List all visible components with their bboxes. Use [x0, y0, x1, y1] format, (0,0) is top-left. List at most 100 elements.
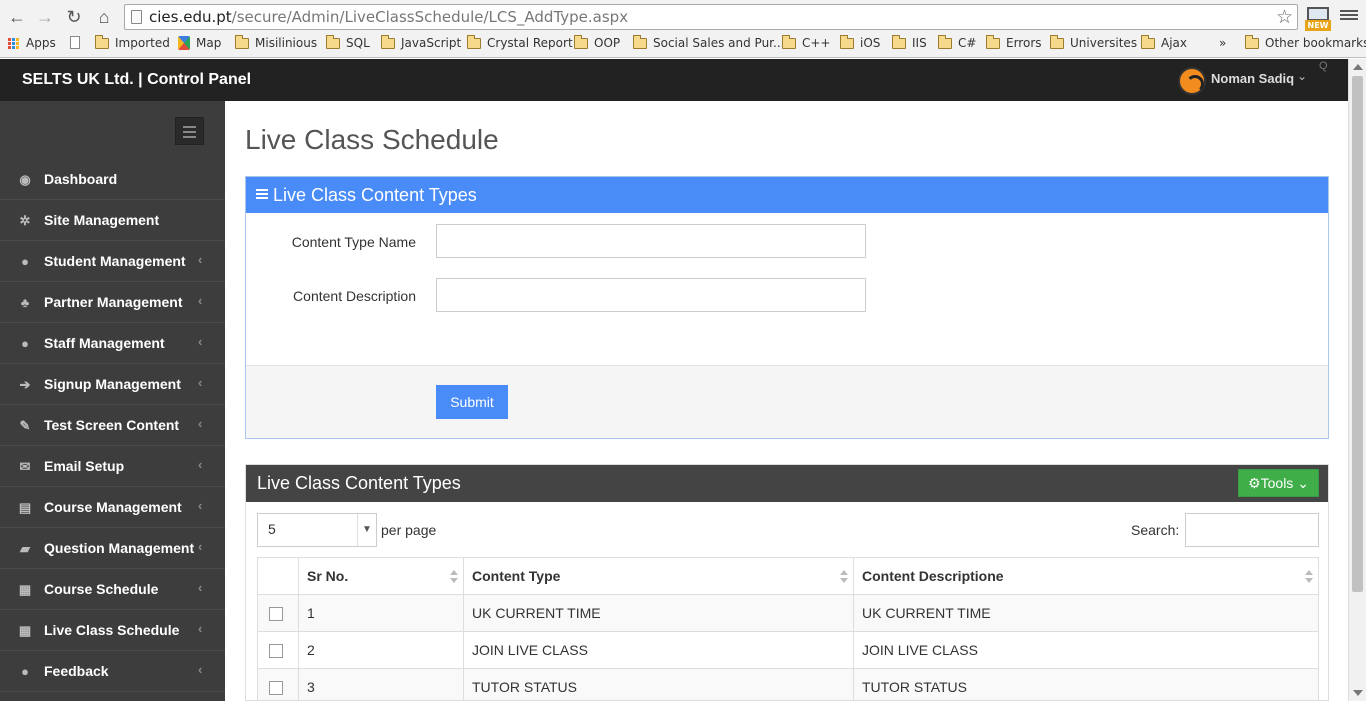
row-checkbox[interactable]	[269, 681, 283, 696]
scroll-up-icon[interactable]	[1353, 64, 1363, 70]
cell-content-type: JOIN LIVE CLASS	[463, 631, 854, 669]
chevron-left-icon: ‹	[198, 539, 203, 554]
bookmark-apps[interactable]: Apps	[8, 36, 56, 50]
sidebar-item-label: Staff Management	[44, 335, 165, 351]
bookmark-page[interactable]	[70, 36, 86, 49]
sidebar: ◉ Dashboard ✲ Site Management ● Student Manag…	[0, 101, 225, 701]
sidebar-item-test-screen-content[interactable]: ✎ Test Screen Content ‹	[0, 405, 225, 446]
bookmark-social-sales[interactable]: Social Sales and Pur...	[633, 34, 784, 50]
sidebar-item-feedback[interactable]: ● Feedback ‹	[0, 651, 225, 692]
extension-new-icon[interactable]: NEW	[1305, 5, 1331, 31]
user-name[interactable]: Noman Sadiq	[1211, 71, 1294, 86]
column-header-content-type[interactable]: Content Type	[463, 557, 854, 595]
per-page-select[interactable]: 5 ▼	[257, 513, 377, 547]
row-checkbox[interactable]	[269, 644, 283, 659]
calendar-icon: ▦	[18, 623, 32, 638]
folder-open-icon: ▰	[20, 541, 30, 556]
sort-icon[interactable]	[450, 570, 458, 584]
reload-icon[interactable]: ↻	[63, 6, 85, 28]
bookmark-csharp[interactable]: C#	[938, 34, 976, 50]
folder-icon	[986, 34, 1000, 49]
page-icon	[70, 36, 80, 49]
sidebar-item-course-schedule[interactable]: ▦ Course Schedule ‹	[0, 569, 225, 610]
sidebar-item-course-management[interactable]: ▤ Course Management ‹	[0, 487, 225, 528]
brand-title[interactable]: SELTS UK Ltd. | Control Panel	[22, 71, 251, 89]
bookmark-errors[interactable]: Errors	[986, 34, 1042, 50]
sidebar-item-partner-management[interactable]: ♣ Partner Management ‹	[0, 282, 225, 323]
sidebar-item-label: Site Management	[44, 212, 160, 228]
bookmark-ajax[interactable]: Ajax	[1141, 34, 1187, 50]
bookmarks-overflow-button[interactable]: »	[1219, 36, 1226, 50]
column-header-sr-no[interactable]: Sr No.	[298, 557, 464, 595]
bookmark-ios[interactable]: iOS	[840, 34, 880, 50]
chevron-left-icon: ‹	[198, 498, 203, 513]
page-icon	[131, 10, 142, 24]
content-types-table-panel: Live Class Content Types ⚙Tools ⌄ 5 ▼ pe…	[245, 464, 1329, 701]
bars-icon	[256, 189, 268, 201]
bookmark-cpp[interactable]: C++	[782, 34, 831, 50]
bookmark-javascript[interactable]: JavaScript	[381, 34, 461, 50]
envelope-icon: ✉	[19, 459, 31, 474]
cell-content-description: UK CURRENT TIME	[853, 594, 1319, 632]
table-row[interactable]: 3 TUTOR STATUS TUTOR STATUS	[257, 668, 1319, 700]
bookmark-sql[interactable]: SQL	[326, 34, 370, 50]
content-type-name-input[interactable]	[436, 224, 866, 258]
per-page-label: per page	[381, 522, 437, 538]
sidebar-item-live-class-schedule[interactable]: ▦ Live Class Schedule ‹	[0, 610, 225, 651]
sidebar-item-label: Live Class Schedule	[44, 622, 180, 638]
folder-icon	[1050, 34, 1064, 49]
sidebar-item-question-management[interactable]: ▰ Question Management ‹	[0, 528, 225, 569]
bookmark-misilinious[interactable]: Misilinious	[235, 34, 317, 50]
sidebar-item-label: Feedback	[44, 663, 109, 679]
bookmark-iis[interactable]: IIS	[892, 34, 927, 50]
home-icon[interactable]: ⌂	[93, 6, 115, 28]
cell-sr-no: 3	[298, 668, 464, 700]
folder-icon	[1245, 34, 1259, 49]
sidebar-item-site-management[interactable]: ✲ Site Management	[0, 200, 225, 241]
bookmark-oop[interactable]: OOP	[574, 34, 620, 50]
folder-icon	[1141, 34, 1155, 49]
search-label: Search:	[1131, 522, 1180, 538]
bookmark-universites[interactable]: Universites	[1050, 34, 1137, 50]
search-input[interactable]	[1185, 513, 1319, 547]
edit-icon: ✎	[19, 418, 31, 433]
sidebar-item-email-setup[interactable]: ✉ Email Setup ‹	[0, 446, 225, 487]
sidebar-item-signup-management[interactable]: ➔ Signup Management ‹	[0, 364, 225, 405]
sign-in-icon: ➔	[19, 377, 31, 392]
sidebar-item-staff-management[interactable]: ● Staff Management ‹	[0, 323, 225, 364]
row-checkbox[interactable]	[269, 607, 283, 622]
scrollbar-thumb[interactable]	[1352, 76, 1363, 592]
sidebar-item-user-management[interactable]: ●User Management‹	[0, 692, 225, 701]
sidebar-item-dashboard[interactable]: ◉ Dashboard	[0, 159, 225, 200]
column-header-content-description[interactable]: Content Descriptione	[853, 557, 1319, 595]
chrome-menu-icon[interactable]	[1340, 8, 1358, 24]
comments-icon: ●	[21, 664, 29, 679]
submit-button[interactable]: Submit	[436, 385, 508, 419]
table-row[interactable]: 2 JOIN LIVE CLASS JOIN LIVE CLASS	[257, 631, 1319, 669]
url-text[interactable]: cies.edu.pt/secure/Admin/LiveClassSchedu…	[149, 8, 628, 26]
bookmark-map[interactable]: Map	[178, 36, 221, 50]
caret-down-icon[interactable]: ▼	[357, 514, 376, 546]
page-scrollbar[interactable]	[1348, 59, 1366, 701]
bookmark-imported[interactable]: Imported	[95, 34, 170, 50]
cell-sr-no: 1	[298, 594, 464, 632]
cell-content-type: TUTOR STATUS	[463, 668, 854, 700]
sidebar-item-student-management[interactable]: ● Student Management ‹	[0, 241, 225, 282]
address-bar[interactable]: cies.edu.pt/secure/Admin/LiveClassSchedu…	[124, 4, 1298, 30]
folder-icon	[840, 34, 854, 49]
chevron-down-icon[interactable]: ⌄	[1297, 69, 1307, 83]
chevron-left-icon: ‹	[198, 252, 203, 267]
sort-icon[interactable]	[1305, 570, 1313, 584]
sidebar-toggle-button[interactable]	[175, 117, 204, 145]
avatar[interactable]	[1178, 67, 1206, 95]
forward-icon[interactable]: →	[34, 6, 56, 28]
tools-button[interactable]: ⚙Tools ⌄	[1238, 469, 1319, 497]
scroll-down-icon[interactable]	[1353, 690, 1363, 696]
content-description-input[interactable]	[436, 278, 866, 312]
bookmark-star-icon[interactable]: ☆	[1276, 6, 1293, 29]
other-bookmarks[interactable]: Other bookmarks	[1245, 34, 1366, 50]
back-icon[interactable]: ←	[6, 6, 28, 28]
table-row[interactable]: 1 UK CURRENT TIME UK CURRENT TIME	[257, 594, 1319, 632]
bookmark-crystal-report[interactable]: Crystal Report	[467, 34, 573, 50]
sort-icon[interactable]	[840, 570, 848, 584]
